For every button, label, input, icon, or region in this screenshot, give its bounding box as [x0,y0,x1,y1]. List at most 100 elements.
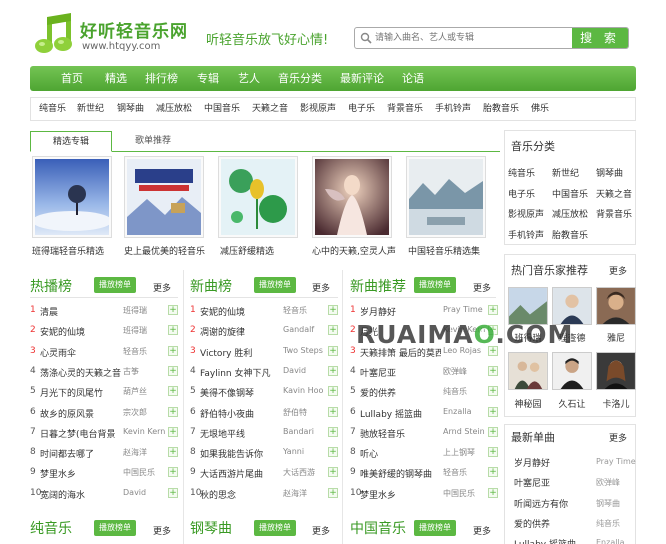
artist-name[interactable]: 卡洛儿 [594,397,638,410]
tab-playlists[interactable]: 歌单推荐 [112,131,194,152]
song-row[interactable]: 9 梦里水乡 中国民乐 + [30,462,180,482]
new-song-title[interactable]: 叶塞尼亚 [514,476,550,489]
song-title[interactable]: 舒伯特小夜曲 [200,407,281,420]
subnav-item[interactable]: 背景音乐 [387,98,423,120]
category-link[interactable]: 手机铃声 [508,228,544,241]
song-artist[interactable]: 班得瑞 [123,305,167,316]
song-artist[interactable]: Enzalla [443,407,487,416]
nav-item-categories[interactable]: 音乐分类 [278,66,322,91]
subnav-item[interactable]: 纯音乐 [39,98,66,120]
add-to-playlist-icon[interactable]: + [328,345,338,356]
more-link[interactable]: 更多 [473,524,491,537]
album-cover[interactable] [124,156,204,238]
song-artist[interactable]: Yanni [283,447,327,456]
more-link[interactable]: 更多 [473,281,491,294]
song-title[interactable]: 无垠地平线 [200,427,281,440]
add-to-playlist-icon[interactable]: + [488,426,498,437]
category-link[interactable]: 新世纪 [552,166,579,179]
artist-name[interactable]: 神秘园 [506,397,550,410]
more-link[interactable]: 更多 [153,281,171,294]
song-artist[interactable]: Arnd Stein [443,427,487,436]
subnav-item[interactable]: 减压放松 [156,98,192,120]
category-link[interactable]: 电子乐 [508,187,535,200]
search-input[interactable] [375,30,570,46]
new-song-artist[interactable]: 纯音乐 [596,518,620,529]
category-link[interactable]: 影视原声 [508,207,544,220]
song-title[interactable]: 唯美舒缓的钢琴曲 [360,467,441,480]
song-artist[interactable]: David [283,366,327,375]
category-link[interactable]: 天籁之音 [596,187,632,200]
song-row[interactable]: 8 如果我能告诉你 Yanni + [190,442,340,462]
album-cover[interactable] [32,156,112,238]
subnav-item[interactable]: 天籁之音 [252,98,288,120]
song-title[interactable]: 秋的思念 [200,488,281,501]
song-row[interactable]: 9 大话西游片尾曲 大话西游 + [190,462,340,482]
play-chart-button[interactable]: 播放榜单 [414,520,456,536]
add-to-playlist-icon[interactable]: + [328,386,338,397]
song-row[interactable]: 1 岁月静好 Pray Time + [350,300,500,320]
song-title[interactable]: 心灵雨伞 [40,346,121,359]
add-to-playlist-icon[interactable]: + [328,406,338,417]
song-row[interactable]: 4 荡涤心灵的天籁之音 古筝 + [30,361,180,381]
nav-item-charts[interactable]: 排行榜 [145,66,178,91]
song-row[interactable]: 10 梦里水乡 中国民乐 + [350,483,500,503]
song-artist[interactable]: Bandari [283,427,327,436]
song-row[interactable]: 7 无垠地平线 Bandari + [190,422,340,442]
artist-avatar[interactable] [552,352,592,390]
song-artist[interactable]: David [123,488,167,497]
song-title[interactable]: Lullaby 摇篮曲 [360,407,441,420]
song-title[interactable]: 月光下的凤尾竹 [40,386,121,399]
new-song-title[interactable]: 岁月静好 [514,456,550,469]
artist-avatar[interactable] [596,352,636,390]
play-chart-button[interactable]: 播放榜单 [414,277,456,293]
song-title[interactable]: 梦里水乡 [40,467,121,480]
subnav-item[interactable]: 佛乐 [531,98,549,120]
add-to-playlist-icon[interactable]: + [328,467,338,478]
song-title[interactable]: 大话西游片尾曲 [200,467,281,480]
subnav-item[interactable]: 影视原声 [300,98,336,120]
song-artist[interactable]: 上上钢琴 [443,447,487,458]
song-row[interactable]: 6 Lullaby 摇篮曲 Enzalla + [350,402,500,422]
song-artist[interactable]: 轻音乐 [123,346,167,357]
category-link[interactable]: 胎教音乐 [552,228,588,241]
search-button[interactable]: 搜 索 [572,28,628,48]
add-to-playlist-icon[interactable]: + [168,487,178,498]
song-artist[interactable]: 轻音乐 [283,305,327,316]
song-row[interactable]: 5 爱的供养 纯音乐 + [350,381,500,401]
album-title[interactable]: 减压舒缓精选 [220,244,274,257]
song-row[interactable]: 1 清晨 班得瑞 + [30,300,180,320]
song-artist[interactable]: Gandalf [283,325,327,334]
play-chart-button[interactable]: 播放榜单 [254,520,296,536]
add-to-playlist-icon[interactable]: + [168,305,178,315]
more-link[interactable]: 更多 [153,524,171,537]
more-link[interactable]: 更多 [609,264,627,277]
add-to-playlist-icon[interactable]: + [328,305,338,315]
category-link[interactable]: 中国音乐 [552,187,588,200]
song-row[interactable]: 2 凋谢的旋律 Gandalf + [190,320,340,340]
add-to-playlist-icon[interactable]: + [168,345,178,356]
song-row[interactable]: 9 唯美舒缓的钢琴曲 轻音乐 + [350,462,500,482]
song-row[interactable]: 7 日暮之梦(电台背景 Kevin Kern + [30,422,180,442]
subnav-item[interactable]: 手机铃声 [435,98,471,120]
album-cover[interactable] [406,156,486,238]
new-song-artist[interactable]: Pray Time [596,457,636,466]
add-to-playlist-icon[interactable]: + [168,386,178,397]
category-link[interactable]: 纯音乐 [508,166,535,179]
subnav-item[interactable]: 电子乐 [348,98,375,120]
song-artist[interactable]: Pray Time [443,305,487,314]
song-title[interactable]: 故乡的原风景 [40,407,121,420]
song-row[interactable]: 6 故乡的原风景 宗次郎 + [30,402,180,422]
song-artist[interactable]: 大话西游 [283,467,327,478]
category-link[interactable]: 钢琴曲 [596,166,623,179]
song-artist[interactable]: 赵海洋 [283,488,327,499]
subnav-item[interactable]: 中国音乐 [204,98,240,120]
song-row[interactable]: 4 Faylinn 女神下凡 David + [190,361,340,381]
new-song-artist[interactable]: Enzalla [596,538,625,544]
song-artist[interactable]: 宗次郎 [123,407,167,418]
song-title[interactable]: 如果我能告诉你 [200,447,281,460]
song-artist[interactable]: 中国民乐 [123,467,167,478]
nav-item-forum[interactable]: 论语 [402,66,424,91]
nav-item-comments[interactable]: 最新评论 [340,66,384,91]
song-row[interactable]: 8 时间都去哪了 赵海洋 + [30,442,180,462]
subnav-item[interactable]: 钢琴曲 [117,98,144,120]
